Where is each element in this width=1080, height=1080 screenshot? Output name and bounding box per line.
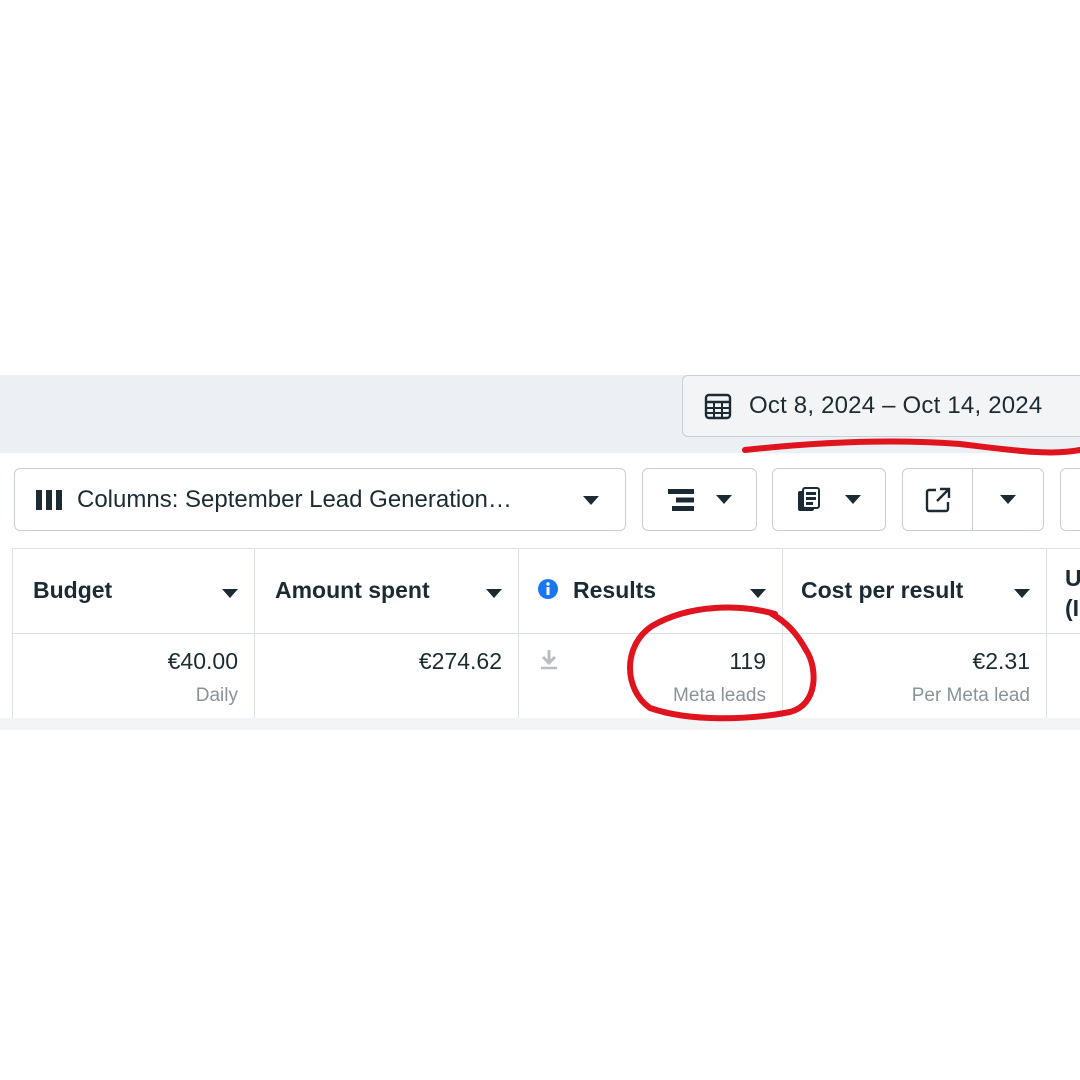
export-icon <box>925 487 950 512</box>
chevron-down-icon <box>1000 495 1016 504</box>
columns-icon <box>36 489 62 510</box>
reports-icon <box>798 486 820 511</box>
export-button[interactable] <box>903 469 973 530</box>
chevron-down-icon <box>845 495 861 504</box>
header-cost-per-result[interactable]: Cost per result <box>783 548 1047 634</box>
header-amount-spent[interactable]: Amount spent <box>255 548 519 634</box>
budget-value: €40.00 <box>167 648 238 674</box>
breakdown-dropdown[interactable] <box>642 468 757 531</box>
chevron-down-icon <box>583 496 599 505</box>
download-icon[interactable] <box>539 648 559 670</box>
header-next-partial[interactable]: U (I <box>1047 548 1080 634</box>
header-budget[interactable]: Budget <box>13 548 255 634</box>
table-cell-results: 119 Meta leads <box>519 634 783 718</box>
info-icon[interactable] <box>537 578 559 600</box>
header-label: Cost per result <box>801 577 964 603</box>
columns-label: Columns: September Lead Generation… <box>77 485 512 513</box>
budget-type: Daily <box>195 685 238 706</box>
date-range-label: Oct 8, 2024 – Oct 14, 2024 <box>749 392 1043 419</box>
calendar-icon <box>704 393 732 420</box>
date-range-picker[interactable]: Oct 8, 2024 – Oct 14, 2024 <box>682 375 1080 437</box>
header-label: U (I <box>1065 565 1080 621</box>
columns-dropdown[interactable]: Columns: September Lead Generation… <box>14 468 626 531</box>
header-label: Budget <box>33 577 113 603</box>
export-options-button[interactable] <box>973 469 1043 530</box>
results-type: Meta leads <box>673 685 766 706</box>
more-toolbar-button[interactable] <box>1060 468 1080 531</box>
table-cell-next-partial <box>1047 634 1080 718</box>
header-label: Amount spent <box>275 577 430 603</box>
header-results[interactable]: Results <box>519 548 783 634</box>
cost-per-result-value: €2.31 <box>972 648 1030 674</box>
amount-spent-value: €274.62 <box>418 648 502 674</box>
table-cell-budget: €40.00 Daily <box>13 634 255 718</box>
chevron-down-icon[interactable] <box>222 589 238 598</box>
reports-dropdown[interactable] <box>772 468 886 531</box>
breakdown-icon <box>667 488 694 511</box>
results-value: 119 <box>729 648 766 674</box>
ads-table: Budget Amount spent Results Cost per res… <box>0 548 1080 730</box>
export-split-button[interactable] <box>902 468 1044 531</box>
header-label: Results <box>573 577 657 603</box>
table-cell-amount-spent: €274.62 <box>255 634 519 718</box>
cost-per-result-type: Per Meta lead <box>911 685 1030 706</box>
chevron-down-icon[interactable] <box>486 589 502 598</box>
chevron-down-icon <box>715 495 732 504</box>
next-row-strip <box>0 718 1080 730</box>
chevron-down-icon[interactable] <box>1014 589 1030 598</box>
table-cell-cost-per-result: €2.31 Per Meta lead <box>783 634 1047 718</box>
toolbar: Columns: September Lead Generation… <box>0 453 1080 548</box>
chevron-down-icon[interactable] <box>750 589 766 598</box>
